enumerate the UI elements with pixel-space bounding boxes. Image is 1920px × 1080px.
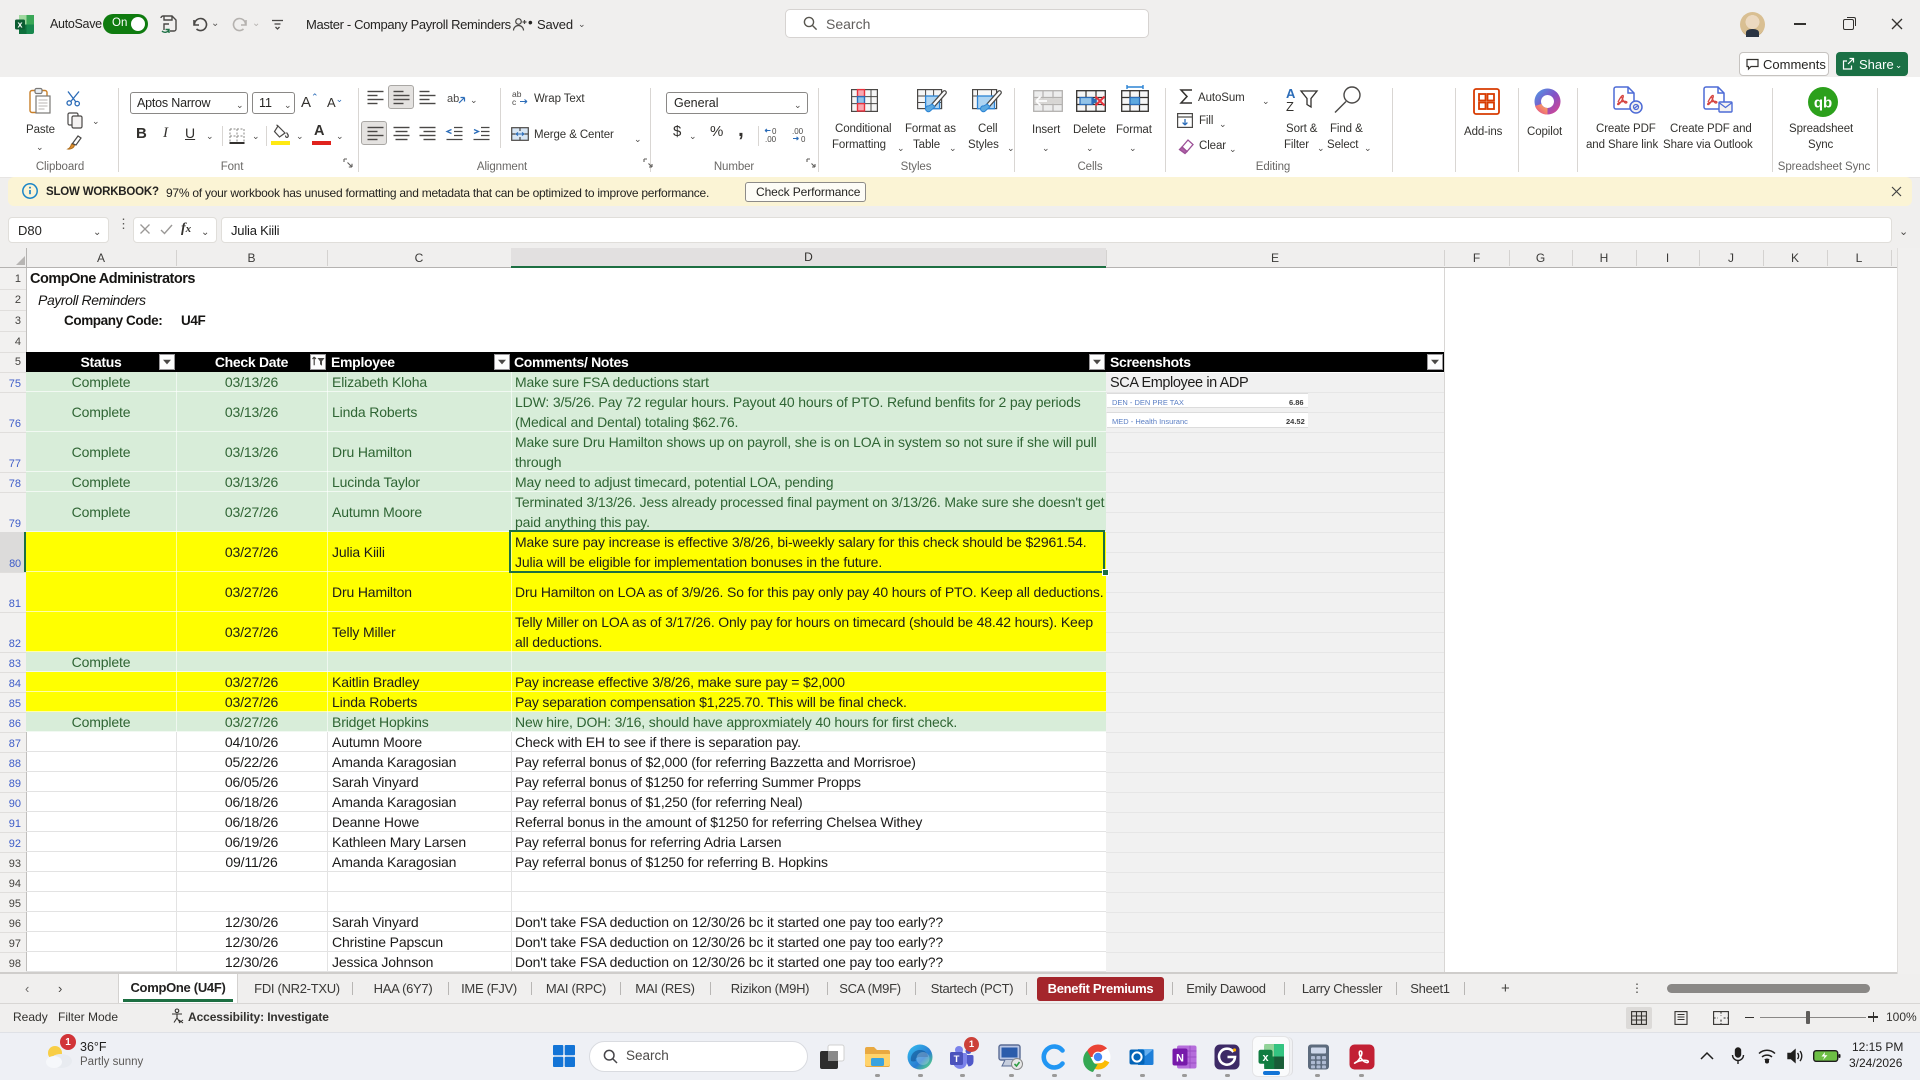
svg-text:qb: qb — [1814, 95, 1832, 112]
svg-text:.00: .00 — [765, 135, 777, 144]
svg-text:x: x — [1262, 1052, 1268, 1064]
svg-text:T: T — [954, 1054, 960, 1065]
svg-text:ab: ab — [447, 93, 459, 105]
svg-text:x: x — [17, 20, 22, 30]
svg-text:N: N — [1176, 1053, 1184, 1065]
svg-text:0: 0 — [801, 135, 806, 144]
